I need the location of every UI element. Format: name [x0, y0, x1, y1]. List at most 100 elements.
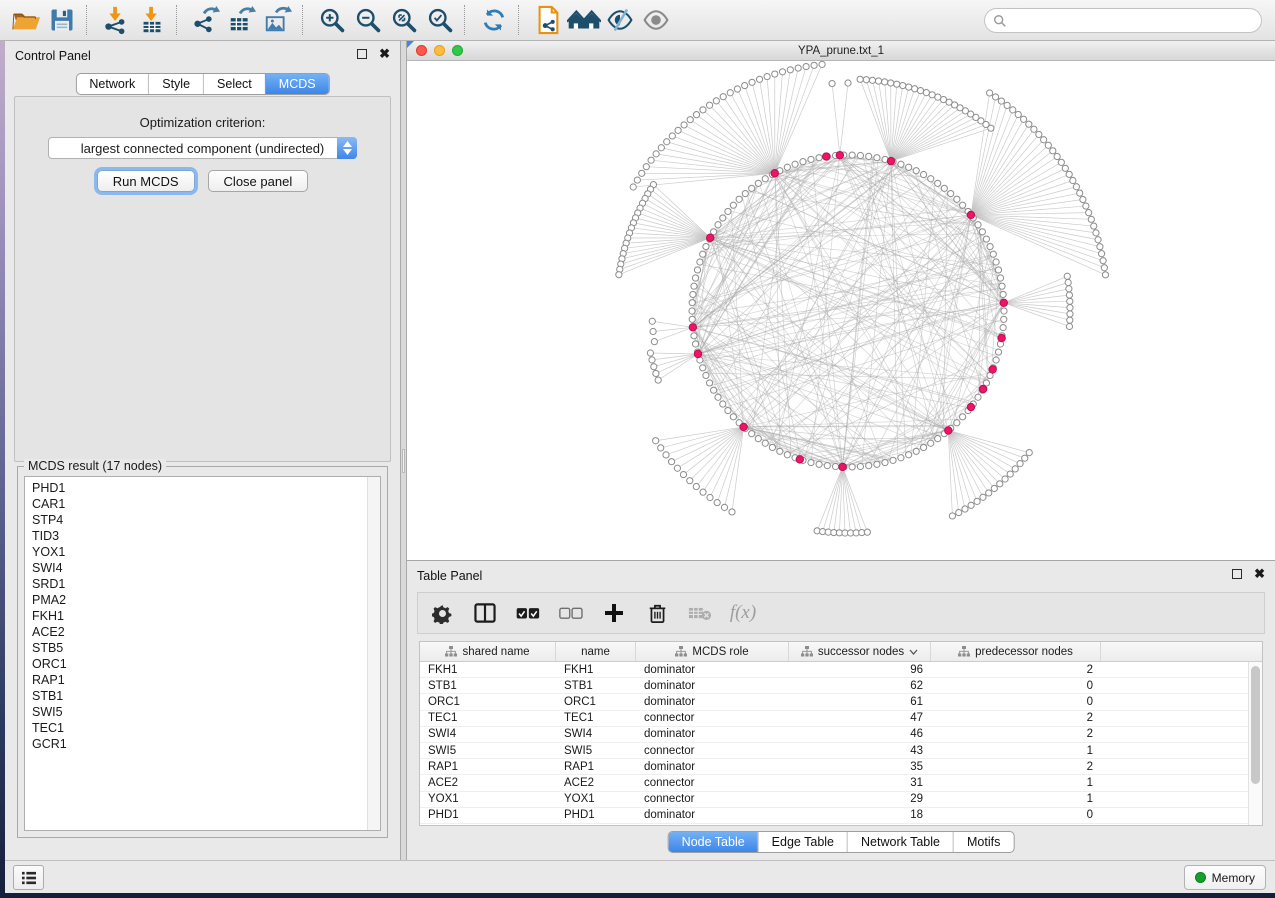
mcds-result-item[interactable]: PMA2 [32, 592, 373, 608]
table-cell: 18 [789, 808, 931, 823]
table-row[interactable]: SWI5SWI5connector431 [420, 743, 1248, 759]
table-toolbar: f(x) [417, 592, 1265, 634]
import-network-button[interactable] [98, 3, 134, 37]
mcds-result-item[interactable]: TEC1 [32, 720, 373, 736]
table-scrollbar[interactable] [1248, 662, 1262, 825]
zoom-in-button[interactable] [314, 3, 350, 37]
table-row[interactable]: PHD1PHD1dominator180 [420, 808, 1248, 824]
sort-descending-icon [909, 649, 918, 655]
table-cell: YOX1 [556, 792, 636, 807]
table-row[interactable]: RAP1RAP1dominator352 [420, 759, 1248, 775]
mcds-result-item[interactable]: ORC1 [32, 656, 373, 672]
mcds-result-title: MCDS result (17 nodes) [24, 459, 166, 473]
close-panel-icon[interactable]: ✖ [379, 49, 390, 59]
zoom-selected-button[interactable] [422, 3, 458, 37]
create-column-button[interactable] [600, 599, 628, 627]
column-header-name[interactable]: name [556, 642, 636, 661]
zoom-fit-button[interactable] [386, 3, 422, 37]
table-settings-button[interactable] [428, 599, 456, 627]
refresh-view-button[interactable] [476, 3, 512, 37]
mcds-result-item[interactable]: RAP1 [32, 672, 373, 688]
mcds-result-item[interactable]: STP4 [32, 512, 373, 528]
node-table: shared namenameMCDS rolesuccessor nodesp… [419, 641, 1263, 826]
table-body: FKH1FKH1dominator962STB1STB1dominator620… [420, 662, 1248, 825]
export-table-button[interactable] [224, 3, 260, 37]
table-cell: 35 [789, 759, 931, 774]
table-cell: 29 [789, 792, 931, 807]
network-canvas[interactable] [407, 61, 1275, 560]
table-row[interactable]: SWI4SWI4dominator462 [420, 727, 1248, 743]
mcds-result-item[interactable]: PHD1 [32, 480, 373, 496]
table-cell: PHD1 [420, 808, 556, 823]
table-cell: TEC1 [420, 711, 556, 726]
tab-edge-table[interactable]: Edge Table [758, 832, 847, 852]
column-header-shared-name[interactable]: shared name [420, 642, 556, 661]
save-session-button[interactable] [44, 3, 80, 37]
table-row[interactable]: ORC1ORC1dominator610 [420, 694, 1248, 710]
search-icon [993, 14, 1007, 28]
search-box[interactable] [984, 8, 1262, 33]
window-close-button[interactable] [416, 45, 427, 56]
export-network-button[interactable] [188, 3, 224, 37]
open-file-button[interactable] [8, 3, 44, 37]
table-cell: 46 [789, 727, 931, 742]
hide-graphics-details-button[interactable] [602, 3, 638, 37]
mcds-result-item[interactable]: STB1 [32, 688, 373, 704]
result-list-scrollbar[interactable] [367, 477, 380, 830]
tab-style[interactable]: Style [148, 74, 203, 94]
close-panel-icon[interactable]: ✖ [1254, 569, 1265, 579]
search-input[interactable] [1007, 14, 1253, 28]
tab-motifs[interactable]: Motifs [953, 832, 1013, 852]
table-row[interactable]: TEC1TEC1connector472 [420, 711, 1248, 727]
float-panel-icon[interactable] [357, 49, 367, 59]
show-hidden-panels-button[interactable] [13, 865, 44, 890]
tab-node-table[interactable]: Node Table [669, 832, 758, 852]
table-row[interactable]: YOX1YOX1connector291 [420, 792, 1248, 808]
mcds-result-item[interactable]: SWI4 [32, 560, 373, 576]
table-cell: 0 [931, 678, 1101, 693]
tab-network[interactable]: Network [76, 74, 148, 94]
column-header-successor-nodes[interactable]: successor nodes [789, 642, 931, 661]
network-from-file-button[interactable] [530, 3, 566, 37]
zoom-out-button[interactable] [350, 3, 386, 37]
mcds-result-item[interactable]: GCR1 [32, 736, 373, 752]
home-networks-button[interactable] [566, 3, 602, 37]
mcds-result-item[interactable]: ACE2 [32, 624, 373, 640]
memory-button[interactable]: Memory [1184, 865, 1266, 890]
table-panel-title: Table Panel [417, 569, 482, 583]
mcds-result-item[interactable]: SWI5 [32, 704, 373, 720]
tab-network-table[interactable]: Network Table [847, 832, 953, 852]
mcds-result-item[interactable]: CAR1 [32, 496, 373, 512]
deselect-all-button[interactable] [557, 599, 585, 627]
network-graph [407, 61, 1275, 559]
tab-mcds[interactable]: MCDS [265, 74, 329, 94]
export-image-button[interactable] [260, 3, 296, 37]
table-row[interactable]: FKH1FKH1dominator962 [420, 662, 1248, 678]
window-minimize-button[interactable] [434, 45, 445, 56]
select-all-button[interactable] [514, 599, 542, 627]
table-cell: dominator [636, 694, 789, 709]
mcds-result-item[interactable]: SRD1 [32, 576, 373, 592]
mcds-result-list[interactable]: PHD1CAR1STP4TID3YOX1SWI4SRD1PMA2FKH1ACE2… [24, 476, 381, 831]
mcds-result-item[interactable]: STB5 [32, 640, 373, 656]
split-view-icon [474, 603, 496, 623]
run-mcds-button[interactable]: Run MCDS [97, 170, 195, 192]
mcds-result-item[interactable]: TID3 [32, 528, 373, 544]
table-row[interactable]: ACE2ACE2connector311 [420, 775, 1248, 791]
vertical-splitter[interactable] [400, 41, 407, 860]
network-window-titlebar[interactable]: YPA_prune.txt_1 [407, 41, 1275, 61]
close-panel-button[interactable]: Close panel [208, 170, 309, 192]
column-header-predecessor-nodes[interactable]: predecessor nodes [931, 642, 1101, 661]
criterion-dropdown[interactable]: largest connected component (undirected) [48, 137, 357, 159]
float-panel-icon[interactable] [1232, 569, 1242, 579]
delete-column-button[interactable] [643, 599, 671, 627]
import-table-button[interactable] [134, 3, 170, 37]
mcds-result-item[interactable]: FKH1 [32, 608, 373, 624]
show-graphics-details-button[interactable] [638, 3, 674, 37]
window-zoom-button[interactable] [452, 45, 463, 56]
table-row[interactable]: STB1STB1dominator620 [420, 678, 1248, 694]
tab-select[interactable]: Select [203, 74, 265, 94]
column-header-MCDS-role[interactable]: MCDS role [636, 642, 789, 661]
toggle-panel-split-button[interactable] [471, 599, 499, 627]
mcds-result-item[interactable]: YOX1 [32, 544, 373, 560]
